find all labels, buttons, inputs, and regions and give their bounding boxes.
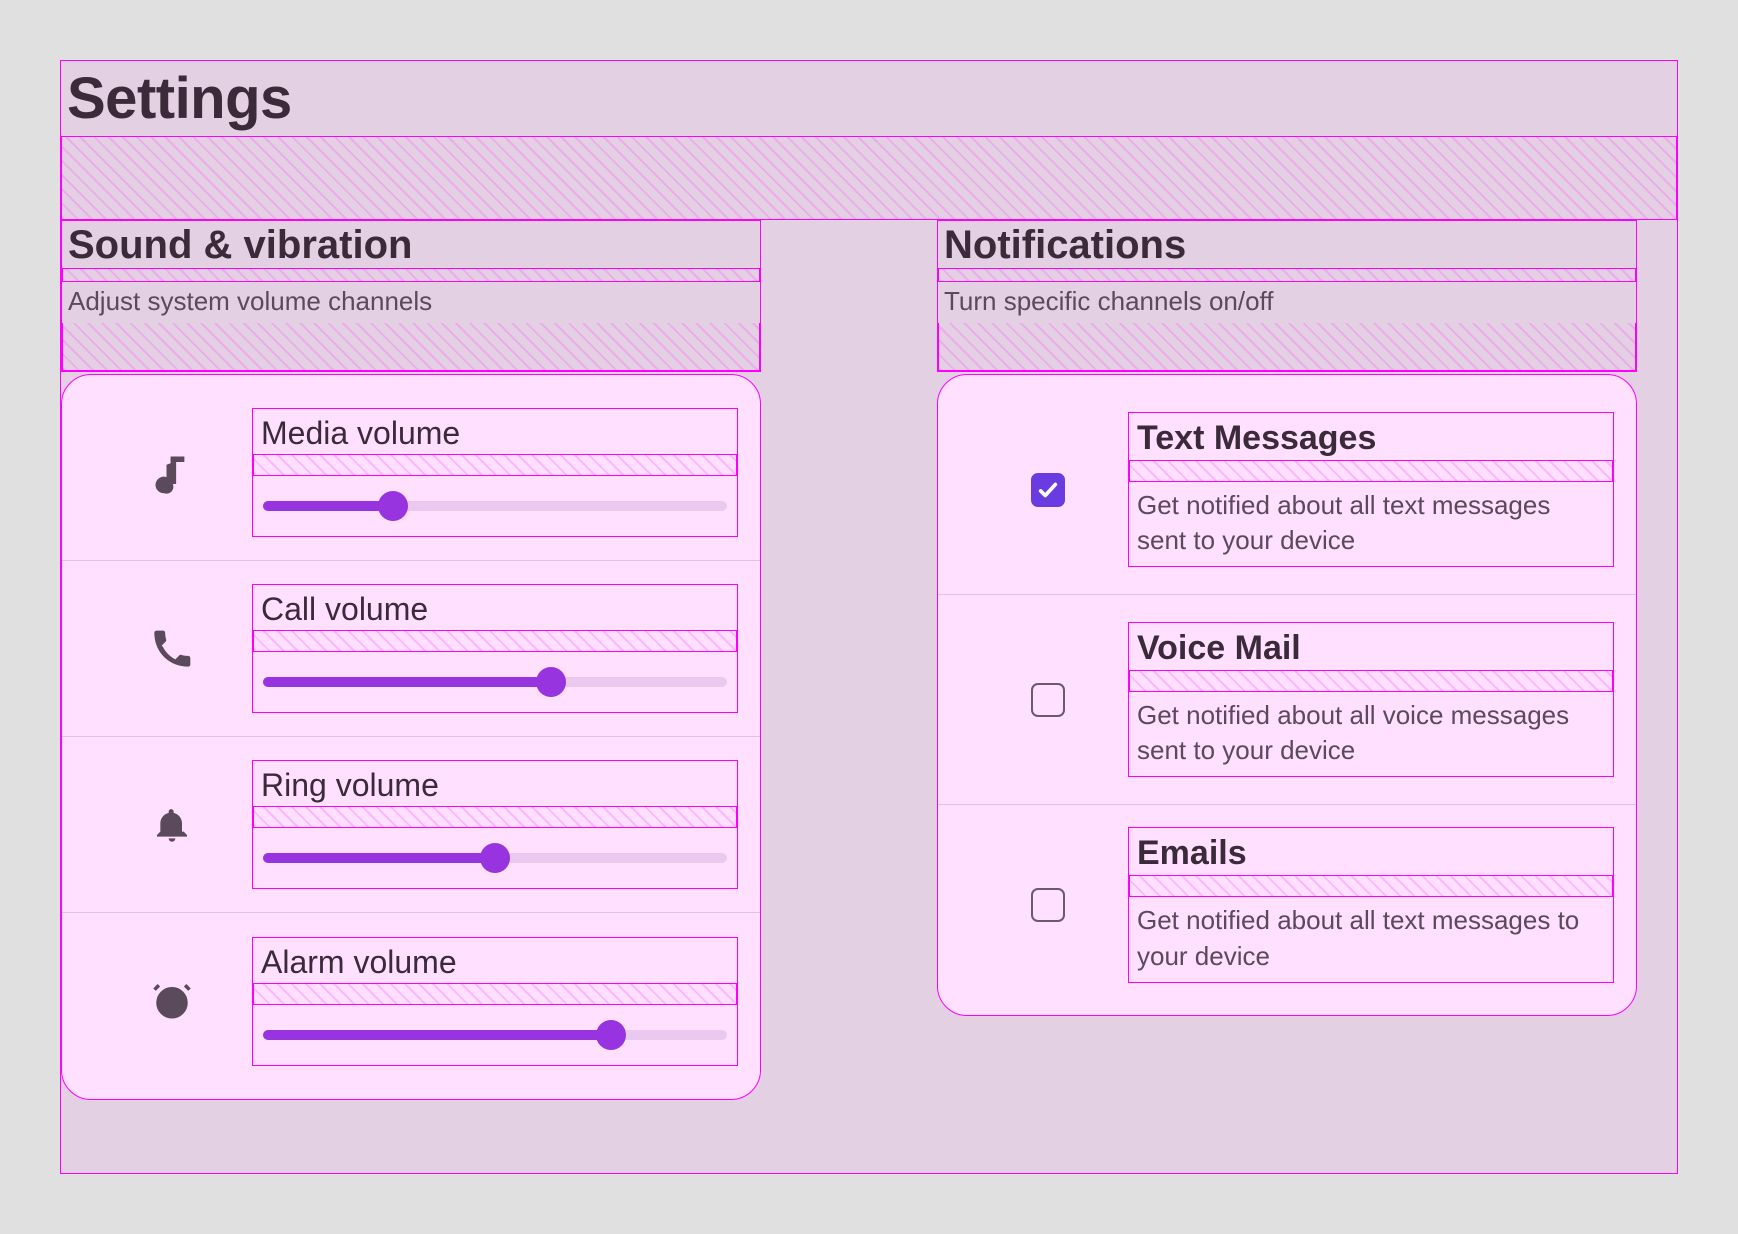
layout-gap [253, 454, 737, 476]
layout-gap [938, 268, 1636, 282]
ring-volume-row: Ring volume [62, 737, 760, 913]
layout-gap [1129, 670, 1613, 692]
emails-row[interactable]: Emails Get notified about all text messa… [938, 805, 1636, 1005]
page-title: Settings [67, 65, 1671, 132]
media-volume-row: Media volume [62, 385, 760, 561]
alarm-volume-row: Alarm volume [62, 913, 760, 1089]
layout-gap [253, 630, 737, 652]
text-messages-checkbox[interactable] [1031, 473, 1065, 507]
media-volume-body: Media volume [252, 408, 738, 537]
alarm-clock-icon [92, 980, 252, 1022]
sound-section-title: Sound & vibration [62, 221, 760, 268]
layout-gap [62, 323, 760, 371]
media-volume-label: Media volume [253, 409, 737, 454]
phone-icon [92, 629, 252, 669]
layout-gap [61, 136, 1677, 220]
text-messages-row[interactable]: Text Messages Get notified about all tex… [938, 385, 1636, 595]
ring-volume-label: Ring volume [253, 761, 737, 806]
voice-mail-checkbox[interactable] [1031, 683, 1065, 717]
layout-gap [253, 983, 737, 1005]
layout-gap [1129, 460, 1613, 482]
call-volume-row: Call volume [62, 561, 760, 737]
call-volume-slider[interactable] [263, 662, 727, 702]
notifications-section: Notifications Turn specific channels on/… [937, 220, 1637, 1016]
ring-volume-body: Ring volume [252, 760, 738, 889]
columns: Sound & vibration Adjust system volume c… [61, 220, 1677, 1100]
sound-section-header: Sound & vibration Adjust system volume c… [61, 220, 761, 372]
emails-checkbox[interactable] [1031, 888, 1065, 922]
layout-gap [938, 323, 1636, 371]
notifications-section-header: Notifications Turn specific channels on/… [937, 220, 1637, 372]
layout-gap [62, 268, 760, 282]
emails-subtitle: Get notified about all text messages to … [1129, 897, 1613, 981]
alarm-volume-slider[interactable] [263, 1015, 727, 1055]
text-messages-subtitle: Get notified about all text messages sen… [1129, 482, 1613, 566]
emails-title: Emails [1129, 828, 1613, 875]
music-note-icon [92, 451, 252, 495]
sound-section: Sound & vibration Adjust system volume c… [61, 220, 761, 1100]
notifications-section-title: Notifications [938, 221, 1636, 268]
alarm-volume-label: Alarm volume [253, 938, 737, 983]
bell-icon [92, 805, 252, 845]
sound-section-subtitle: Adjust system volume channels [62, 282, 760, 323]
alarm-volume-body: Alarm volume [252, 937, 738, 1066]
notifications-section-subtitle: Turn specific channels on/off [938, 282, 1636, 323]
text-messages-body: Text Messages Get notified about all tex… [1128, 412, 1614, 567]
call-volume-body: Call volume [252, 584, 738, 713]
call-volume-label: Call volume [253, 585, 737, 630]
media-volume-slider[interactable] [263, 486, 727, 526]
text-messages-title: Text Messages [1129, 413, 1613, 460]
emails-body: Emails Get notified about all text messa… [1128, 827, 1614, 982]
ring-volume-slider[interactable] [263, 838, 727, 878]
voice-mail-title: Voice Mail [1129, 623, 1613, 670]
voice-mail-body: Voice Mail Get notified about all voice … [1128, 622, 1614, 777]
layout-gap [1129, 875, 1613, 897]
voice-mail-row[interactable]: Voice Mail Get notified about all voice … [938, 595, 1636, 805]
layout-gap [253, 806, 737, 828]
voice-mail-subtitle: Get notified about all voice messages se… [1129, 692, 1613, 776]
settings-page: Settings Sound & vibration Adjust system… [60, 60, 1678, 1174]
sound-card: Media volume [61, 374, 761, 1100]
notifications-card: Text Messages Get notified about all tex… [937, 374, 1637, 1016]
